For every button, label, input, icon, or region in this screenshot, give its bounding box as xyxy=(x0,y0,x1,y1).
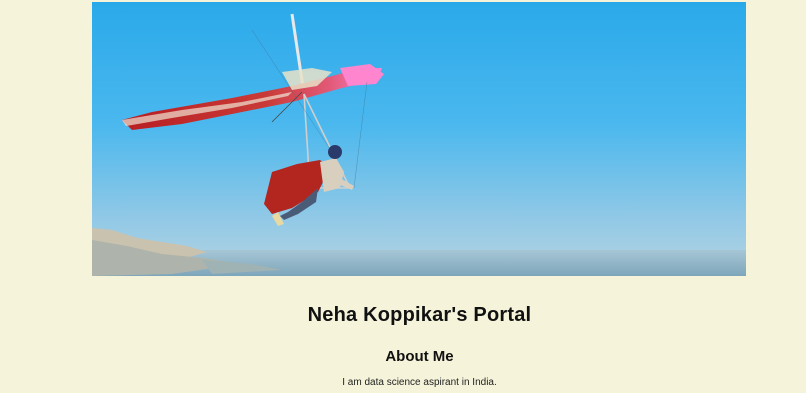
about-text: I am data science aspirant in India. xyxy=(342,377,497,388)
hang-glider-photo xyxy=(92,2,746,276)
hero-image xyxy=(92,2,746,276)
page-title: Neha Koppikar's Portal xyxy=(307,304,532,326)
about-heading: About Me xyxy=(385,348,454,365)
page: Neha Koppikar's Portal About Me I am dat… xyxy=(0,0,806,393)
